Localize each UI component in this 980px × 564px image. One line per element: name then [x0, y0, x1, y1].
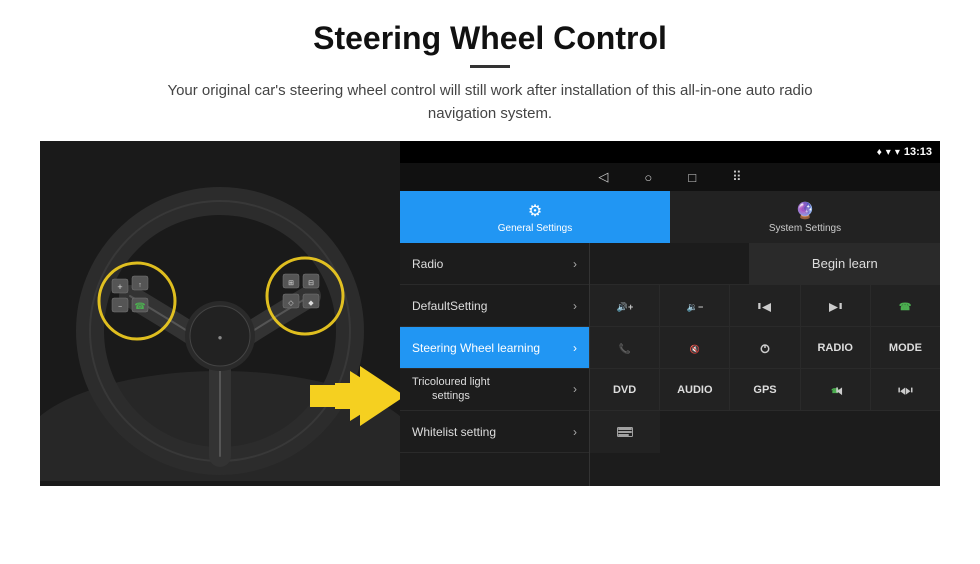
android-nav-bar: ◁ ○ □ ⠿ — [400, 163, 940, 191]
answer-button[interactable]: 📞 — [590, 327, 660, 368]
svg-text:↑: ↑ — [138, 282, 142, 289]
device-ui: ♦ ▾ ▾ 13:13 ◁ ○ □ ⠿ ⚙ General Settings — [400, 141, 940, 486]
next-track-button[interactable] — [801, 285, 871, 326]
skip-prev-next-button[interactable] — [871, 369, 940, 410]
menu-default-label: DefaultSetting — [412, 299, 487, 313]
icon-row-4 — [590, 411, 940, 453]
menu-item-default[interactable]: DefaultSetting › — [400, 285, 589, 327]
tab-bar: ⚙ General Settings 🔮 System Settings — [400, 191, 940, 243]
vol-down-button[interactable]: 🔉− — [660, 285, 730, 326]
steering-chevron: › — [573, 341, 577, 355]
default-chevron: › — [573, 299, 577, 313]
svg-text:+: + — [117, 282, 122, 292]
page-container: Steering Wheel Control Your original car… — [0, 0, 980, 496]
svg-text:🔇: 🔇 — [690, 343, 700, 353]
radio-chevron: › — [573, 257, 577, 271]
whitelist-chevron: › — [573, 425, 577, 439]
system-settings-label: System Settings — [769, 223, 841, 234]
general-settings-label: General Settings — [498, 223, 573, 234]
dvd-button[interactable]: DVD — [590, 369, 660, 410]
mode-button[interactable]: MODE — [871, 327, 940, 368]
mute-button[interactable]: 🔇 — [660, 327, 730, 368]
status-icons: ♦ ▾ ▾ 13:13 — [877, 146, 932, 158]
control-panel: Begin learn 🔊+ 🔉− — [590, 243, 940, 486]
empty-cell — [590, 243, 750, 284]
phone-call-button[interactable]: ☎ — [871, 285, 940, 326]
menu-nav-icon[interactable]: ⠿ — [732, 169, 742, 185]
svg-text:☎: ☎ — [899, 301, 911, 312]
tricoloured-chevron: › — [573, 382, 577, 396]
menu-panel: Radio › DefaultSetting › Steering Wheel … — [400, 243, 590, 486]
menu-radio-label: Radio — [412, 257, 443, 271]
icon-row-1: 🔊+ 🔉− — [590, 285, 940, 327]
page-title: Steering Wheel Control — [40, 20, 940, 57]
svg-text:⊞: ⊞ — [288, 280, 294, 287]
home-nav-icon[interactable]: ○ — [644, 170, 652, 185]
system-settings-icon: 🔮 — [795, 201, 815, 221]
list-icon-button[interactable] — [590, 411, 660, 453]
prev-track-button[interactable] — [730, 285, 800, 326]
begin-learn-button[interactable]: Begin learn — [750, 243, 940, 284]
main-content: Radio › DefaultSetting › Steering Wheel … — [400, 243, 940, 486]
title-divider — [470, 65, 510, 68]
svg-text:🔉−: 🔉− — [687, 301, 703, 312]
wifi-icon: ▾ — [886, 147, 891, 158]
tab-system-settings[interactable]: 🔮 System Settings — [670, 191, 940, 243]
menu-item-steering[interactable]: Steering Wheel learning › — [400, 327, 589, 369]
svg-text:◆: ◆ — [308, 300, 314, 307]
menu-whitelist-label: Whitelist setting — [412, 425, 496, 439]
icon-row-2: 📞 🔇 — [590, 327, 940, 369]
recent-nav-icon[interactable]: □ — [688, 170, 696, 185]
svg-text:−: − — [118, 304, 122, 311]
back-nav-icon[interactable]: ◁ — [598, 169, 608, 185]
svg-text:⊟: ⊟ — [308, 280, 314, 287]
signal-icon: ▾ — [895, 147, 900, 158]
svg-text:☎: ☎ — [134, 301, 145, 311]
control-row-top: Begin learn — [590, 243, 940, 285]
icon-row-3: DVD AUDIO GPS ☎ — [590, 369, 940, 411]
gps-button[interactable]: GPS — [730, 369, 800, 410]
general-settings-icon: ⚙ — [528, 201, 542, 221]
svg-text:◇: ◇ — [288, 300, 294, 307]
menu-item-whitelist[interactable]: Whitelist setting › — [400, 411, 589, 453]
steering-wheel-image: ● + − ↑ ☎ — [40, 141, 400, 486]
svg-text:●: ● — [218, 333, 223, 342]
menu-item-radio[interactable]: Radio › — [400, 243, 589, 285]
content-area: ● + − ↑ ☎ — [40, 141, 940, 486]
radio-text-button[interactable]: RADIO — [801, 327, 871, 368]
power-button[interactable] — [730, 327, 800, 368]
phone-prev-button[interactable]: ☎ — [801, 369, 871, 410]
tab-general-settings[interactable]: ⚙ General Settings — [400, 191, 670, 243]
status-bar: ♦ ▾ ▾ 13:13 — [400, 141, 940, 163]
audio-button[interactable]: AUDIO — [660, 369, 730, 410]
menu-tricoloured-label: Tricoloured lightsettings — [412, 376, 490, 402]
menu-item-tricoloured[interactable]: Tricoloured lightsettings › — [400, 369, 589, 411]
svg-text:🔊+: 🔊+ — [616, 300, 632, 312]
status-time: 13:13 — [904, 146, 932, 158]
menu-steering-label: Steering Wheel learning — [412, 341, 540, 355]
vol-up-button[interactable]: 🔊+ — [590, 285, 660, 326]
title-section: Steering Wheel Control Your original car… — [40, 20, 940, 125]
subtitle: Your original car's steering wheel contr… — [140, 80, 840, 125]
location-icon: ♦ — [877, 147, 882, 158]
svg-text:📞: 📞 — [619, 341, 632, 354]
